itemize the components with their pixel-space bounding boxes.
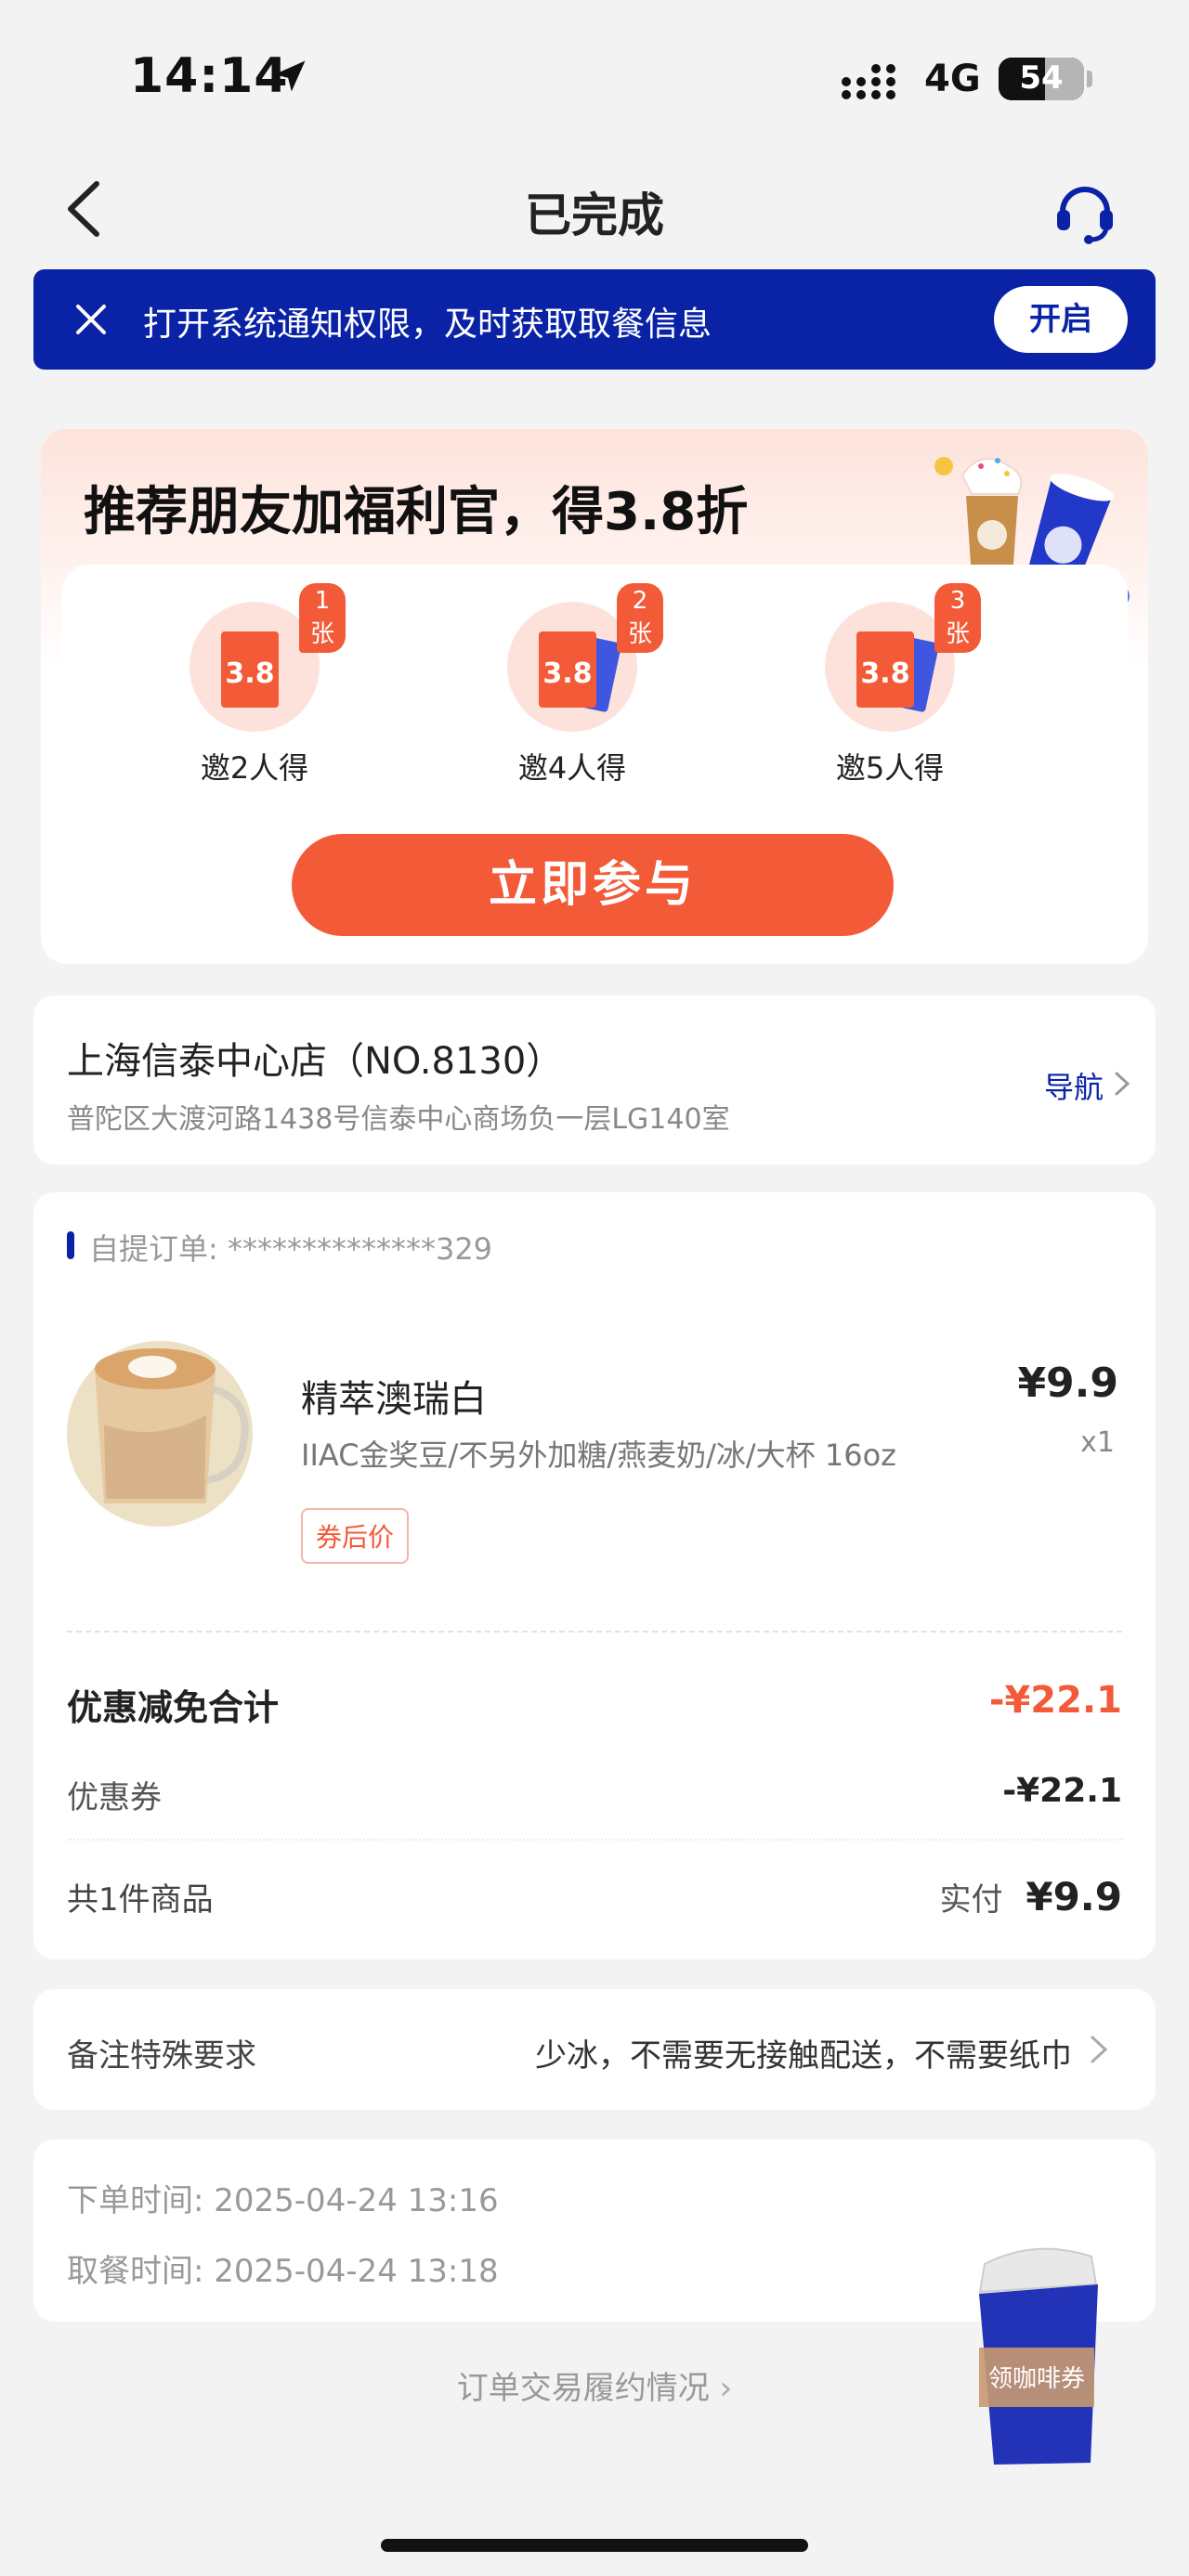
store-card[interactable]: 上海信泰中心店（NO.8130） 普陀区大渡河路1438号信泰中心商场负一层LG… bbox=[33, 995, 1156, 1164]
float-coupon-label: 领咖啡券 bbox=[988, 2365, 1085, 2393]
coffee-coupon-float-icon[interactable]: 领咖啡券 bbox=[966, 2238, 1105, 2470]
join-now-button[interactable]: 立即参与 bbox=[292, 834, 894, 936]
discount-total-value: -¥22.1 bbox=[988, 1679, 1122, 1722]
paid-total: 实付 ¥9.9 bbox=[940, 1874, 1122, 1919]
coupon-ticket-icon: 3.8 1张 bbox=[189, 583, 346, 732]
order-id: 自提订单: **************329 bbox=[89, 1231, 493, 1267]
tier-caption: 邀4人得 bbox=[517, 750, 627, 786]
product-name: 精萃澳瑞白 bbox=[301, 1378, 487, 1421]
product-price: ¥9.9 bbox=[1017, 1360, 1118, 1407]
chevron-right-icon bbox=[1115, 1072, 1130, 1096]
chevron-right-icon: › bbox=[719, 2370, 733, 2407]
page-title: 已完成 bbox=[525, 189, 664, 242]
chevron-right-icon bbox=[1091, 2036, 1108, 2063]
customer-service-headset-icon[interactable] bbox=[1050, 175, 1120, 245]
order-fulfillment-label: 订单交易履约情况 bbox=[456, 2370, 710, 2407]
item-count: 共1件商品 bbox=[67, 1881, 214, 1919]
paid-label: 实付 bbox=[939, 1881, 1003, 1919]
battery-tip bbox=[1087, 71, 1092, 87]
order-time: 下单时间: 2025-04-24 13:16 bbox=[67, 2182, 499, 2219]
battery-icon: 54 bbox=[999, 58, 1084, 100]
order-details-card: 自提订单: **************329 精萃澳瑞白 IIAC金奖豆/不另… bbox=[33, 1192, 1156, 1959]
tier-badge: 1张 bbox=[299, 583, 346, 653]
signal-icon bbox=[842, 64, 895, 99]
tier-badge: 2张 bbox=[617, 583, 663, 653]
notification-banner: 打开系统通知权限，及时获取取餐信息 开启 bbox=[33, 269, 1156, 370]
dashed-divider bbox=[67, 1631, 1122, 1633]
dotted-divider bbox=[67, 1839, 1122, 1841]
location-arrow-icon bbox=[274, 60, 306, 92]
promo-title: 推荐朋友加福利官，得3.8折 bbox=[84, 482, 749, 542]
tier-invite-4: 3.8 2张 邀4人得 bbox=[470, 583, 674, 787]
tier-badge: 3张 bbox=[934, 583, 981, 653]
notification-text: 打开系统通知权限，及时获取取餐信息 bbox=[143, 306, 712, 344]
enable-notifications-button[interactable]: 开启 bbox=[994, 286, 1128, 353]
remark-label: 备注特殊要求 bbox=[67, 2037, 256, 2075]
remark-row[interactable]: 备注特殊要求 少冰，不需要无接触配送，不需要纸巾 bbox=[33, 1989, 1156, 2110]
discount-total-label: 优惠减免合计 bbox=[67, 1687, 280, 1728]
tier-invite-2: 3.8 1张 邀2人得 bbox=[152, 583, 357, 787]
network-type: 4G bbox=[924, 58, 981, 100]
section-marker bbox=[67, 1231, 74, 1259]
store-name: 上海信泰中心店（NO.8130） bbox=[67, 1040, 564, 1083]
coupon-label: 优惠券 bbox=[67, 1779, 162, 1816]
remark-value: 少冰，不需要无接触配送，不需要纸巾 bbox=[535, 2037, 1072, 2075]
tier-caption: 邀2人得 bbox=[200, 750, 309, 786]
home-indicator bbox=[381, 2539, 808, 2552]
referral-promo-card: 推荐朋友加福利官，得3.8折 3.8 1张 邀2人得 3.8 2张 邀4人得 3… bbox=[41, 429, 1148, 964]
tier-caption: 邀5人得 bbox=[835, 750, 945, 786]
paid-value: ¥9.9 bbox=[1026, 1874, 1122, 1919]
status-time: 14:14 bbox=[130, 48, 289, 104]
battery-level: 54 bbox=[1019, 59, 1064, 97]
after-coupon-price-tag: 券后价 bbox=[301, 1508, 410, 1564]
coffee-product-image bbox=[67, 1341, 253, 1527]
store-address: 普陀区大渡河路1438号信泰中心商场负一层LG140室 bbox=[67, 1103, 730, 1136]
coupon-ticket-icon: 3.8 2张 bbox=[507, 583, 663, 732]
navigation-link[interactable]: 导航 bbox=[1044, 1064, 1104, 1107]
close-icon[interactable] bbox=[71, 299, 111, 340]
product-quantity: x1 bbox=[1080, 1426, 1115, 1459]
coupon-value: -¥22.1 bbox=[1002, 1772, 1122, 1810]
coupon-ticket-icon: 3.8 3张 bbox=[825, 583, 981, 732]
pickup-time: 取餐时间: 2025-04-24 13:18 bbox=[67, 2253, 499, 2290]
tier-invite-5: 3.8 3张 邀5人得 bbox=[788, 583, 992, 787]
product-spec: IIAC金奖豆/不另外加糖/燕麦奶/冰/大杯 16oz bbox=[301, 1438, 896, 1473]
